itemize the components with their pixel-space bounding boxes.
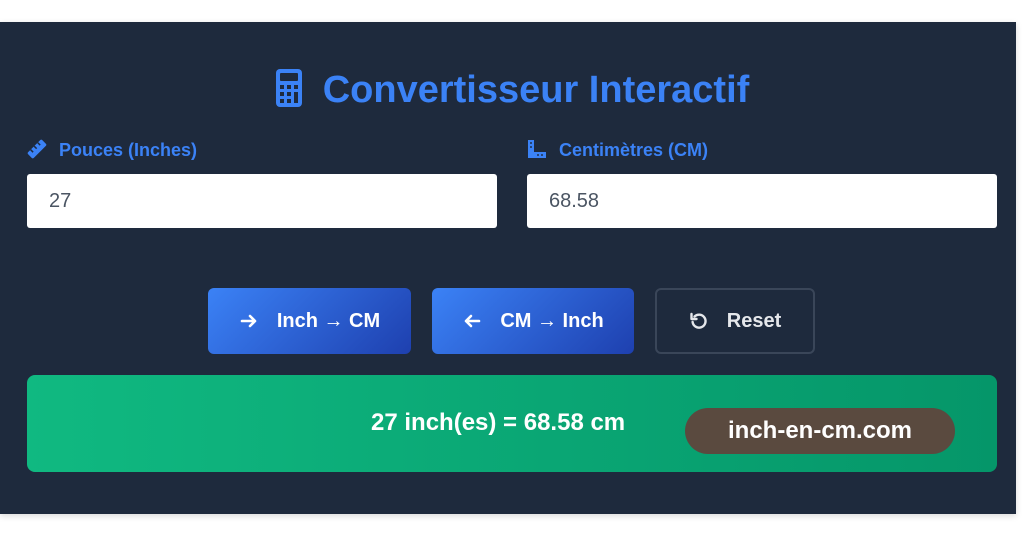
watermark-badge: inch-en-cm.com <box>685 408 955 454</box>
reset-button[interactable]: Reset <box>655 288 815 354</box>
cm-input[interactable] <box>527 174 997 228</box>
cm-label: Centimètres (CM) <box>527 138 708 162</box>
cm-label-text: Centimètres (CM) <box>559 140 709 160</box>
reset-label: Reset <box>726 309 782 332</box>
inches-label-text: Pouces (Inches) <box>59 140 198 160</box>
result-text: 27 inch(es) = 68.58 cm <box>371 409 626 436</box>
cm-to-inch-label: CM → Inch <box>500 309 604 332</box>
inch-to-cm-button[interactable]: Inch → CM <box>208 288 411 354</box>
undo-icon <box>690 312 707 329</box>
calculator-icon <box>275 69 302 107</box>
title-text: Convertisseur Interactif <box>322 69 750 111</box>
cm-to-inch-button[interactable]: CM → Inch <box>432 288 634 354</box>
result-banner: 27 inch(es) = 68.58 cm inch-en-cm.com <box>27 375 997 472</box>
inches-label: Pouces (Inches) <box>27 138 197 162</box>
arrow-right-icon <box>240 314 257 328</box>
page-title: Convertisseur Interactif <box>0 64 1024 116</box>
ruler-combined-icon <box>528 140 546 158</box>
ruler-icon <box>27 139 47 159</box>
inches-input[interactable] <box>27 174 497 228</box>
arrow-left-icon <box>465 314 481 328</box>
inch-to-cm-label: Inch → CM <box>276 309 381 332</box>
